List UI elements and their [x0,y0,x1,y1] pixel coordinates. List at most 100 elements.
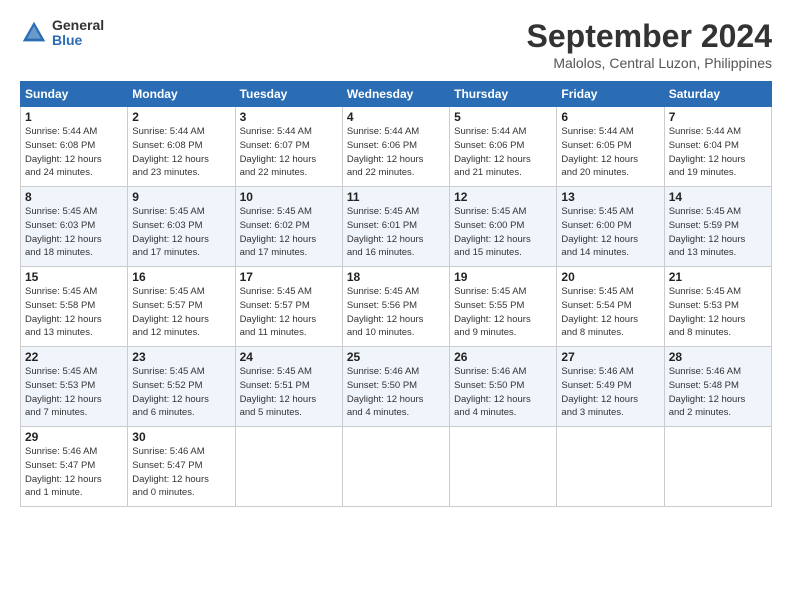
day-info: Sunrise: 5:45 AMSunset: 5:53 PMDaylight:… [25,366,102,418]
week-row-3: 15Sunrise: 5:45 AMSunset: 5:58 PMDayligh… [21,267,772,347]
day-info: Sunrise: 5:46 AMSunset: 5:47 PMDaylight:… [25,446,102,498]
logo-blue-text: Blue [52,33,104,48]
day-info: Sunrise: 5:45 AMSunset: 6:01 PMDaylight:… [347,206,424,258]
day-info: Sunrise: 5:45 AMSunset: 5:51 PMDaylight:… [240,366,317,418]
col-friday: Friday [557,82,664,107]
day-number: 15 [25,270,123,284]
day-number: 25 [347,350,445,364]
page: General Blue September 2024 Malolos, Cen… [0,0,792,612]
month-title: September 2024 [527,18,772,55]
day-info: Sunrise: 5:45 AMSunset: 6:03 PMDaylight:… [132,206,209,258]
table-row: 13Sunrise: 5:45 AMSunset: 6:00 PMDayligh… [557,187,664,267]
day-number: 26 [454,350,552,364]
table-row: 24 Sunrise: 5:45 AMSunset: 5:51 PMDayligh… [235,347,342,427]
logo-general-text: General [52,18,104,33]
table-row [235,427,342,507]
day-info: Sunrise: 5:44 AMSunset: 6:08 PMDaylight:… [25,126,102,178]
day-info: Sunrise: 5:44 AMSunset: 6:06 PMDaylight:… [454,126,531,178]
day-number: 3 [240,110,338,124]
day-number: 1 [25,110,123,124]
table-row: 20 Sunrise: 5:45 AMSunset: 5:54 PMDayligh… [557,267,664,347]
table-row: 26 Sunrise: 5:46 AMSunset: 5:50 PMDayligh… [450,347,557,427]
day-number: 17 [240,270,338,284]
title-area: September 2024 Malolos, Central Luzon, P… [527,18,772,71]
day-info: Sunrise: 5:44 AMSunset: 6:06 PMDaylight:… [347,126,424,178]
day-number: 11 [347,190,445,204]
calendar-table: Sunday Monday Tuesday Wednesday Thursday… [20,81,772,507]
location: Malolos, Central Luzon, Philippines [527,55,772,71]
day-info: Sunrise: 5:45 AMSunset: 6:00 PMDaylight:… [454,206,531,258]
table-row: 3 Sunrise: 5:44 AMSunset: 6:07 PMDaylight… [235,107,342,187]
day-info: Sunrise: 5:46 AMSunset: 5:50 PMDaylight:… [454,366,531,418]
week-row-1: 1 Sunrise: 5:44 AMSunset: 6:08 PMDaylight… [21,107,772,187]
day-number: 2 [132,110,230,124]
day-number: 19 [454,270,552,284]
week-row-5: 29Sunrise: 5:46 AMSunset: 5:47 PMDayligh… [21,427,772,507]
day-info: Sunrise: 5:46 AMSunset: 5:47 PMDaylight:… [132,446,209,498]
table-row: 29Sunrise: 5:46 AMSunset: 5:47 PMDayligh… [21,427,128,507]
day-info: Sunrise: 5:46 AMSunset: 5:49 PMDaylight:… [561,366,638,418]
day-number: 23 [132,350,230,364]
table-row [664,427,771,507]
day-info: Sunrise: 5:45 AMSunset: 5:54 PMDaylight:… [561,286,638,338]
week-row-4: 22Sunrise: 5:45 AMSunset: 5:53 PMDayligh… [21,347,772,427]
day-info: Sunrise: 5:44 AMSunset: 6:07 PMDaylight:… [240,126,317,178]
table-row: 16 Sunrise: 5:45 AMSunset: 5:57 PMDayligh… [128,267,235,347]
day-info: Sunrise: 5:45 AMSunset: 5:55 PMDaylight:… [454,286,531,338]
col-wednesday: Wednesday [342,82,449,107]
table-row: 2Sunrise: 5:44 AMSunset: 6:08 PMDaylight… [128,107,235,187]
day-number: 20 [561,270,659,284]
day-number: 16 [132,270,230,284]
table-row: 30 Sunrise: 5:46 AMSunset: 5:47 PMDayligh… [128,427,235,507]
day-number: 4 [347,110,445,124]
table-row: 23 Sunrise: 5:45 AMSunset: 5:52 PMDayligh… [128,347,235,427]
table-row: 9Sunrise: 5:45 AMSunset: 6:03 PMDaylight… [128,187,235,267]
table-row: 8Sunrise: 5:45 AMSunset: 6:03 PMDaylight… [21,187,128,267]
table-row: 21 Sunrise: 5:45 AMSunset: 5:53 PMDayligh… [664,267,771,347]
day-number: 8 [25,190,123,204]
col-sunday: Sunday [21,82,128,107]
table-row: 5 Sunrise: 5:44 AMSunset: 6:06 PMDaylight… [450,107,557,187]
day-number: 14 [669,190,767,204]
table-row: 15Sunrise: 5:45 AMSunset: 5:58 PMDayligh… [21,267,128,347]
day-info: Sunrise: 5:45 AMSunset: 5:52 PMDaylight:… [132,366,209,418]
day-info: Sunrise: 5:46 AMSunset: 5:50 PMDaylight:… [347,366,424,418]
table-row: 1 Sunrise: 5:44 AMSunset: 6:08 PMDaylight… [21,107,128,187]
col-tuesday: Tuesday [235,82,342,107]
week-row-2: 8 Sunrise: 5:45 AMSunset: 6:03 PMDaylight… [21,187,772,267]
day-number: 5 [454,110,552,124]
day-number: 21 [669,270,767,284]
col-thursday: Thursday [450,82,557,107]
day-info: Sunrise: 5:44 AMSunset: 6:04 PMDaylight:… [669,126,746,178]
header-row: Sunday Monday Tuesday Wednesday Thursday… [21,82,772,107]
day-info: Sunrise: 5:44 AMSunset: 6:05 PMDaylight:… [561,126,638,178]
day-info: Sunrise: 5:46 AMSunset: 5:48 PMDaylight:… [669,366,746,418]
day-number: 28 [669,350,767,364]
day-number: 27 [561,350,659,364]
day-info: Sunrise: 5:45 AMSunset: 5:57 PMDaylight:… [132,286,209,338]
table-row: 4 Sunrise: 5:44 AMSunset: 6:06 PMDaylight… [342,107,449,187]
table-row: 7Sunrise: 5:44 AMSunset: 6:04 PMDaylight… [664,107,771,187]
table-row: 28 Sunrise: 5:46 AMSunset: 5:48 PMDayligh… [664,347,771,427]
table-row: 25 Sunrise: 5:46 AMSunset: 5:50 PMDayligh… [342,347,449,427]
day-number: 12 [454,190,552,204]
table-row: 17 Sunrise: 5:45 AMSunset: 5:57 PMDayligh… [235,267,342,347]
table-row: 11 Sunrise: 5:45 AMSunset: 6:01 PMDayligh… [342,187,449,267]
table-row: 14Sunrise: 5:45 AMSunset: 5:59 PMDayligh… [664,187,771,267]
day-info: Sunrise: 5:45 AMSunset: 5:53 PMDaylight:… [669,286,746,338]
table-row: 10Sunrise: 5:45 AMSunset: 6:02 PMDayligh… [235,187,342,267]
day-number: 30 [132,430,230,444]
day-number: 24 [240,350,338,364]
day-info: Sunrise: 5:45 AMSunset: 6:00 PMDaylight:… [561,206,638,258]
day-number: 18 [347,270,445,284]
col-saturday: Saturday [664,82,771,107]
logo-text: General Blue [52,18,104,49]
table-row: 27 Sunrise: 5:46 AMSunset: 5:49 PMDayligh… [557,347,664,427]
table-row: 6Sunrise: 5:44 AMSunset: 6:05 PMDaylight… [557,107,664,187]
table-row: 12 Sunrise: 5:45 AMSunset: 6:00 PMDayligh… [450,187,557,267]
table-row [557,427,664,507]
header: General Blue September 2024 Malolos, Cen… [20,18,772,71]
col-monday: Monday [128,82,235,107]
table-row: 22Sunrise: 5:45 AMSunset: 5:53 PMDayligh… [21,347,128,427]
day-info: Sunrise: 5:45 AMSunset: 5:57 PMDaylight:… [240,286,317,338]
